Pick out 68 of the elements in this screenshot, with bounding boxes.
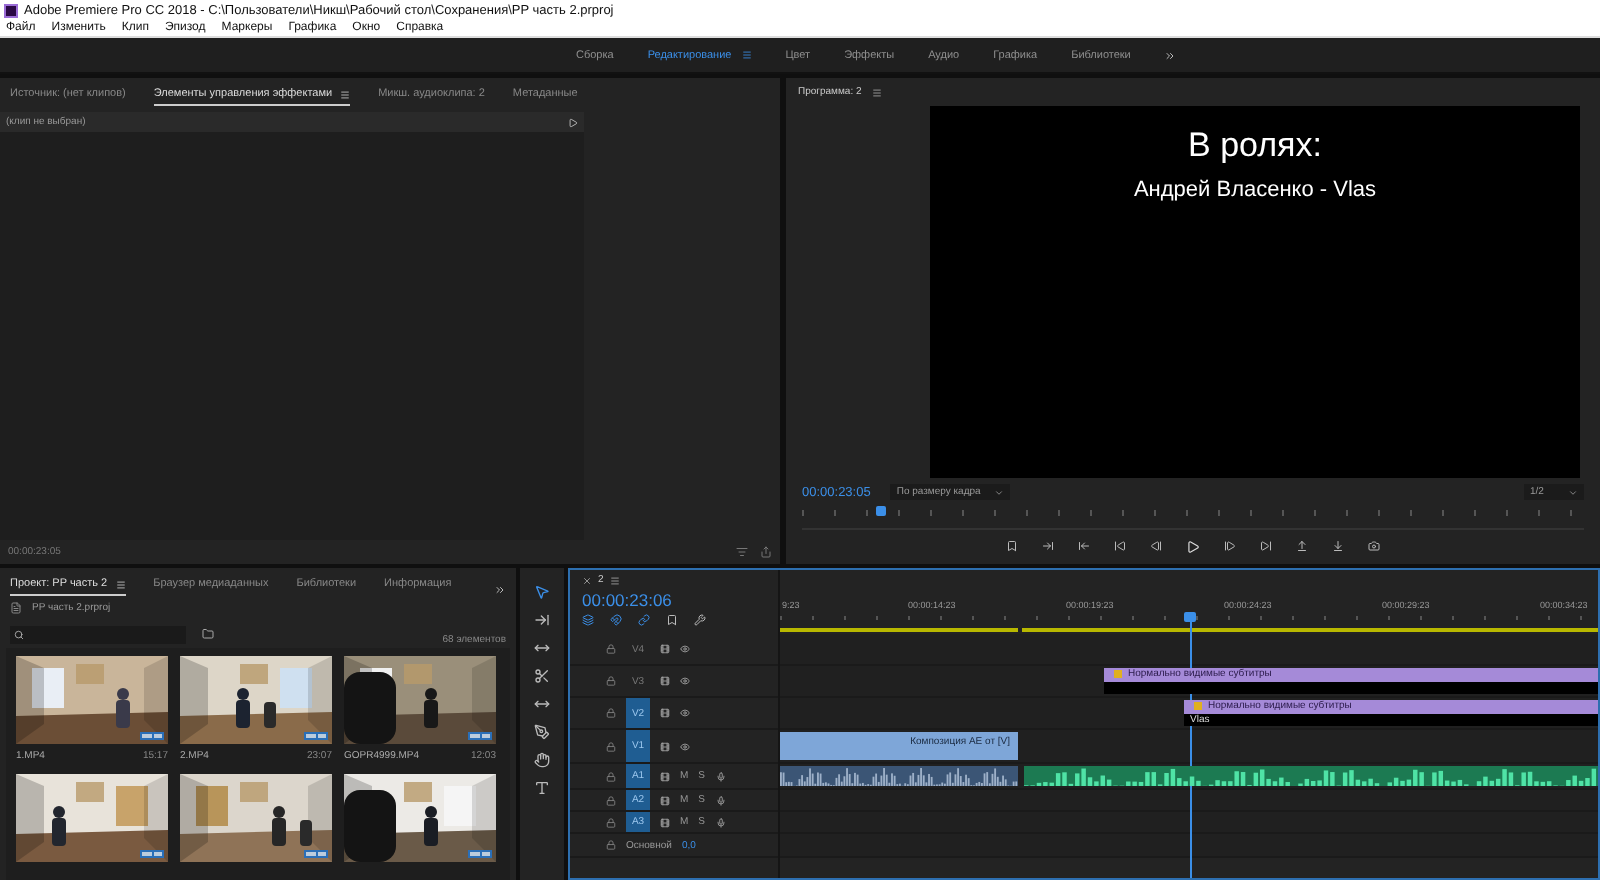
lift-icon[interactable] xyxy=(1296,540,1308,552)
step-back-icon[interactable] xyxy=(1150,540,1162,552)
menu-icon xyxy=(340,89,351,99)
menu-icon[interactable] xyxy=(609,575,620,585)
title-text: В ролях: xyxy=(1188,126,1322,166)
razor-tool-icon[interactable] xyxy=(534,668,550,684)
mark-in-icon[interactable] xyxy=(1042,540,1054,552)
video-badge-icon xyxy=(140,732,164,740)
video-badge-icon xyxy=(304,732,328,740)
snap-icon[interactable] xyxy=(610,614,622,626)
video-badge-icon xyxy=(468,850,492,858)
lock-icon[interactable] xyxy=(606,708,616,718)
ripple-tool-icon[interactable] xyxy=(534,640,550,656)
nest-icon[interactable] xyxy=(582,614,594,626)
lock-icon[interactable] xyxy=(606,840,616,850)
export-icon[interactable] xyxy=(760,546,772,558)
eye-icon[interactable] xyxy=(680,708,690,718)
video-badge-icon xyxy=(140,850,164,858)
camera-icon[interactable] xyxy=(1368,540,1380,552)
fx-icon xyxy=(1114,670,1122,679)
lock-icon[interactable] xyxy=(606,676,616,686)
step-forward-icon[interactable] xyxy=(1224,540,1236,552)
lock-icon[interactable] xyxy=(606,795,616,805)
chevron-down-icon xyxy=(1568,487,1578,497)
mic-icon[interactable] xyxy=(715,771,726,781)
filter-icon[interactable] xyxy=(736,546,748,558)
video-badge-icon xyxy=(468,732,492,740)
selection-tool-icon[interactable] xyxy=(534,584,550,600)
go-to-out-icon[interactable] xyxy=(1260,540,1272,552)
timecode[interactable]: 00:00:23:06 xyxy=(582,590,778,610)
eye-icon[interactable] xyxy=(680,676,690,686)
type-tool-icon[interactable] xyxy=(534,780,550,796)
video-badge-icon xyxy=(304,850,328,858)
search-icon xyxy=(14,629,24,639)
lock-icon[interactable] xyxy=(606,817,616,827)
chevron-down-icon xyxy=(994,487,1005,497)
menu-icon xyxy=(741,50,752,60)
playhead[interactable] xyxy=(876,506,887,516)
slip-tool-icon[interactable] xyxy=(534,696,550,712)
lock-icon[interactable] xyxy=(606,741,616,751)
extract-icon[interactable] xyxy=(1332,540,1344,552)
settings-icon[interactable] xyxy=(694,614,706,626)
eye-icon[interactable] xyxy=(680,741,690,751)
menu-icon xyxy=(115,579,126,589)
link-icon[interactable] xyxy=(638,614,650,626)
folder-icon[interactable] xyxy=(202,628,214,640)
title-text: Андрей Власенко - Vlas xyxy=(1133,178,1377,202)
hand-tool-icon[interactable] xyxy=(534,752,550,768)
track-select-tool-icon[interactable] xyxy=(534,612,550,628)
project-file-icon xyxy=(10,602,22,614)
eye-icon[interactable] xyxy=(680,644,690,654)
app-logo-icon xyxy=(4,3,18,17)
marker-icon[interactable] xyxy=(1006,540,1018,552)
search-field[interactable] xyxy=(10,625,186,643)
play-icon[interactable] xyxy=(1186,539,1200,553)
fx-icon xyxy=(1194,702,1202,711)
marker-icon[interactable] xyxy=(666,614,678,626)
go-to-in-icon[interactable] xyxy=(1114,540,1126,552)
mic-icon[interactable] xyxy=(715,817,726,827)
lock-icon[interactable] xyxy=(606,771,616,781)
pen-tool-icon[interactable] xyxy=(534,724,550,740)
lock-icon[interactable] xyxy=(606,644,616,654)
menu-icon[interactable] xyxy=(871,87,882,97)
expand-icon[interactable] xyxy=(568,117,578,127)
more-icon[interactable] xyxy=(494,584,506,596)
mark-out-icon[interactable] xyxy=(1078,540,1090,552)
playhead[interactable] xyxy=(1183,612,1195,622)
mic-icon[interactable] xyxy=(715,795,726,805)
